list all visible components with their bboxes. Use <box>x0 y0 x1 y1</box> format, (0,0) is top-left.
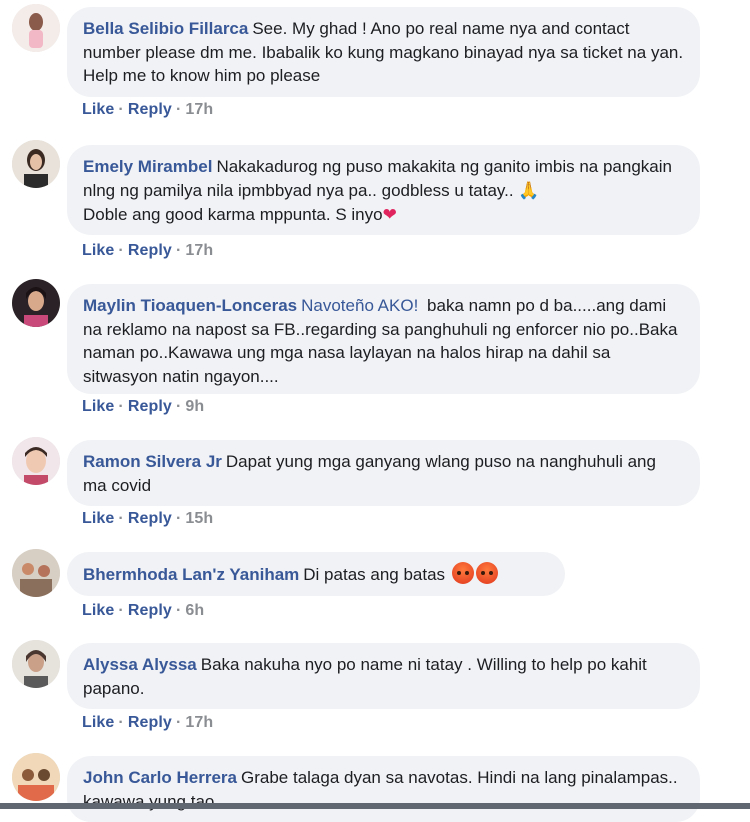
comment-timestamp[interactable]: 17h <box>185 101 213 118</box>
comment-bubble: Bhermhoda Lan'z Yaniham Di patas ang bata… <box>67 552 565 596</box>
reply-button[interactable]: Reply <box>128 602 172 619</box>
comment-author[interactable]: Maylin Tioaquen-Lonceras <box>83 296 297 315</box>
comment-author[interactable]: John Carlo Herrera <box>83 768 237 787</box>
like-button[interactable]: Like <box>82 101 114 118</box>
comment-timestamp[interactable]: 9h <box>185 398 204 415</box>
reply-button[interactable]: Reply <box>128 242 172 259</box>
separator: · <box>118 714 124 731</box>
comment-bubble: John Carlo Herrera Grabe talaga dyan sa n… <box>67 756 700 822</box>
comment-actions: Like · Reply · 6h <box>82 602 204 620</box>
comment-bubble: Emely Mirambel Nakakadurog ng puso makaki… <box>67 145 700 235</box>
comment-author[interactable]: Bhermhoda Lan'z Yaniham <box>83 565 299 584</box>
like-button[interactable]: Like <box>82 714 114 731</box>
separator: · <box>118 602 124 619</box>
comment-text: Di patas ang batas <box>303 565 446 584</box>
reply-button[interactable]: Reply <box>128 510 172 527</box>
comment-bubble: Maylin Tioaquen-Lonceras Navoteño AKO! ba… <box>67 284 700 394</box>
separator: · <box>175 242 182 259</box>
tagged-page-link[interactable]: Navoteño AKO! <box>301 296 423 315</box>
separator: · <box>118 101 124 118</box>
avatar[interactable] <box>12 4 60 52</box>
comment-bubble: Alyssa Alyssa Baka nakuha nyo po name ni … <box>67 643 700 709</box>
comment-author[interactable]: Alyssa Alyssa <box>83 655 197 674</box>
comment-actions: Like · Reply · 17h <box>82 714 213 732</box>
avatar[interactable] <box>12 640 60 688</box>
separator: · <box>118 510 124 527</box>
praying-hands-icon: 🙏 <box>518 180 540 201</box>
separator: · <box>175 101 182 118</box>
avatar[interactable] <box>12 549 60 597</box>
comment-author[interactable]: Bella Selibio Fillarca <box>83 19 248 38</box>
comment-timestamp[interactable]: 15h <box>185 510 213 527</box>
comment-timestamp[interactable]: 17h <box>185 714 213 731</box>
comment-text: Doble ang good karma mppunta. S inyo <box>83 205 383 224</box>
comment-actions: Like · Reply · 17h <box>82 242 213 260</box>
separator: · <box>118 398 124 415</box>
avatar[interactable] <box>12 140 60 188</box>
comment-timestamp[interactable]: 17h <box>185 242 213 259</box>
comment-bubble: Bella Selibio Fillarca See. My ghad ! Ano… <box>67 7 700 97</box>
avatar[interactable] <box>12 753 60 801</box>
comment-bubble: Ramon Silvera Jr Dapat yung mga ganyang w… <box>67 440 700 506</box>
separator: · <box>175 602 182 619</box>
separator: · <box>175 510 182 527</box>
reply-button[interactable]: Reply <box>128 398 172 415</box>
like-button[interactable]: Like <box>82 510 114 527</box>
like-button[interactable]: Like <box>82 398 114 415</box>
comment-actions: Like · Reply · 9h <box>82 398 204 416</box>
angry-face-icon <box>475 562 498 584</box>
comment-author[interactable]: Ramon Silvera Jr <box>83 452 222 471</box>
like-button[interactable]: Like <box>82 242 114 259</box>
avatar[interactable] <box>12 279 60 327</box>
comment-author[interactable]: Emely Mirambel <box>83 157 212 176</box>
comment-timestamp[interactable]: 6h <box>185 602 204 619</box>
separator: · <box>175 714 182 731</box>
comment-actions: Like · Reply · 17h <box>82 101 213 119</box>
heart-icon: ❤ <box>382 205 397 225</box>
reply-button[interactable]: Reply <box>128 101 172 118</box>
comment-actions: Like · Reply · 15h <box>82 510 213 528</box>
separator: · <box>175 398 182 415</box>
window-bottom-edge <box>0 803 750 809</box>
reply-button[interactable]: Reply <box>128 714 172 731</box>
like-button[interactable]: Like <box>82 602 114 619</box>
angry-face-icon <box>451 562 474 584</box>
avatar[interactable] <box>12 437 60 485</box>
separator: · <box>118 242 124 259</box>
